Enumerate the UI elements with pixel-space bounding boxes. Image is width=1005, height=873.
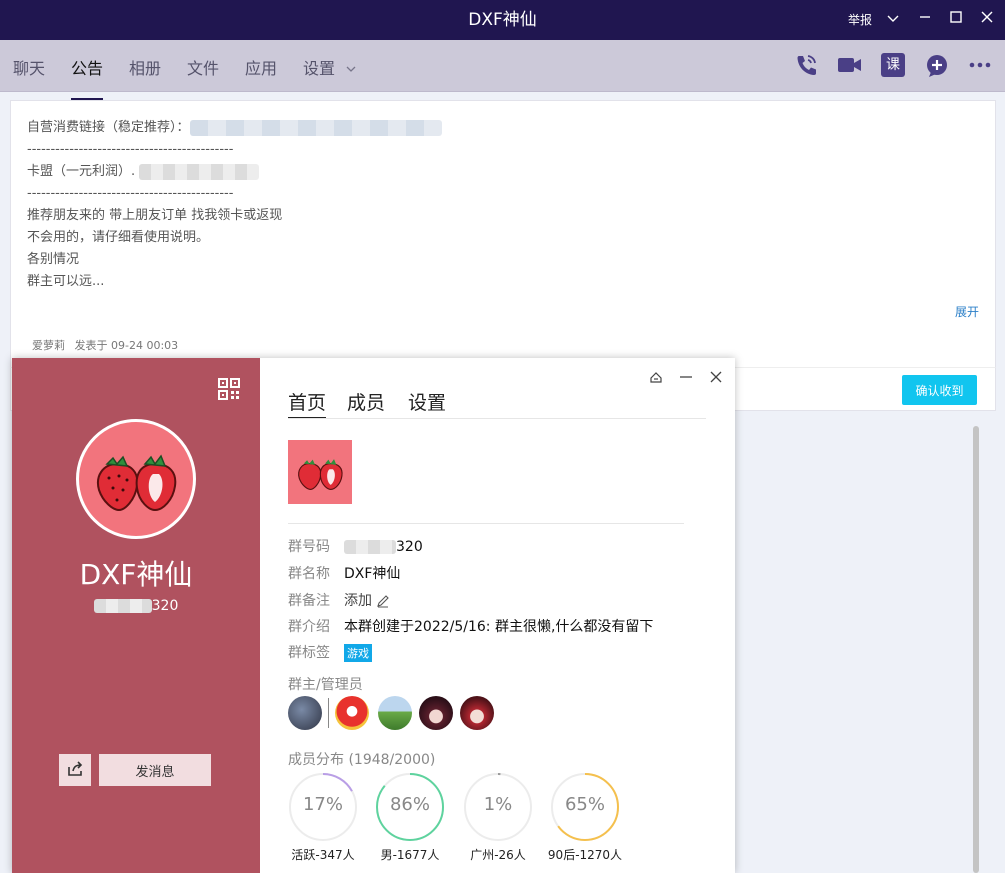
redacted-link: [139, 163, 260, 180]
scrollbar[interactable]: [973, 426, 979, 873]
tab-card-settings[interactable]: 设置: [408, 388, 446, 415]
close-icon[interactable]: [972, 0, 1002, 40]
announcement-line-4: 不会用的，请仔细看使用说明。: [27, 230, 210, 245]
announcement-line-3: 推荐朋友来的 带上朋友订单 找我领卡或返现: [27, 208, 283, 223]
stat-label: 男-1677人: [380, 848, 440, 862]
tab-files[interactable]: 文件: [187, 40, 219, 98]
field-group-intro: 群介绍 本群创建于2022/5/16: 群主很懒,什么都没有留下: [288, 616, 653, 636]
field-value: 本群创建于2022/5/16: 群主很懒,什么都没有留下: [344, 619, 654, 635]
admin-avatar[interactable]: [419, 696, 453, 730]
phone-call-icon[interactable]: [793, 52, 819, 78]
admins-heading: 群主/管理员: [288, 677, 363, 693]
distribution-stat: 65% 90后-1270人: [548, 772, 622, 862]
section-divider: [288, 523, 684, 524]
tab-divider: [288, 418, 706, 419]
tab-album[interactable]: 相册: [129, 40, 161, 98]
report-button[interactable]: 举报: [844, 0, 876, 40]
edit-icon[interactable]: [376, 594, 390, 608]
distribution-stat: 1% 广州-26人: [463, 772, 533, 862]
tab-chat[interactable]: 聊天: [13, 40, 45, 98]
admin-avatar[interactable]: [335, 696, 369, 730]
announcement-divider: ----------------------------------------…: [27, 186, 234, 201]
more-icon[interactable]: [967, 52, 993, 78]
confirm-button[interactable]: 确认收到: [902, 375, 977, 405]
stat-percent: 1%: [483, 794, 513, 815]
announcement-line-2: 卡盟（一元利润）.: [27, 164, 136, 179]
field-group-name: 群名称 DXF神仙: [288, 563, 400, 583]
distribution-heading: 成员分布 (1948/2000): [288, 752, 436, 768]
stat-label: 活跃-347人: [291, 848, 355, 862]
field-label: 群介绍: [288, 619, 330, 635]
group-number-suffix: 320: [151, 598, 179, 614]
group-name: DXF神仙: [79, 558, 193, 591]
admin-avatar[interactable]: [288, 696, 322, 730]
field-label: 群标签: [288, 645, 330, 661]
tab-members[interactable]: 成员: [347, 388, 385, 415]
qr-code-icon[interactable]: [218, 378, 240, 400]
expand-link[interactable]: 展开: [955, 303, 979, 320]
tab-settings[interactable]: 设置: [303, 40, 356, 98]
field-group-remark: 群备注 添加: [288, 590, 390, 610]
announcement-text: 自营消费链接（稳定推荐）： --------------------------…: [27, 117, 442, 293]
field-group-tag: 群标签 游戏: [288, 642, 372, 662]
admin-avatar[interactable]: [378, 696, 412, 730]
add-app-icon[interactable]: [925, 52, 951, 78]
close-icon[interactable]: [709, 370, 723, 384]
chevron-down-icon: [346, 66, 356, 72]
distribution-stat: 17% 活跃-347人: [288, 772, 358, 862]
tab-announcement[interactable]: 公告: [71, 40, 104, 100]
profile-main: 首页 成员 设置 群号码 320 群名称 DXF神仙 群备注 添加 群介绍 本群创建于2…: [260, 358, 979, 873]
group-tag-badge[interactable]: 游戏: [344, 644, 372, 662]
stat-percent: 65%: [564, 794, 605, 815]
minimize-icon[interactable]: [910, 0, 940, 40]
field-value: 320: [396, 539, 423, 555]
minimize-icon[interactable]: [679, 370, 693, 384]
stat-percent: 86%: [389, 794, 430, 815]
maximize-icon[interactable]: [941, 0, 971, 40]
course-icon[interactable]: 课: [881, 53, 905, 77]
redacted-number: [93, 599, 152, 613]
group-photo[interactable]: [288, 440, 352, 504]
tab-settings-label: 设置: [303, 59, 336, 78]
stat-label: 广州-26人: [470, 848, 526, 862]
field-group-number: 群号码 320: [288, 536, 423, 556]
video-call-icon[interactable]: [836, 52, 862, 78]
redacted-link: [189, 119, 442, 136]
field-label: 群名称: [288, 566, 330, 582]
stat-percent: 17%: [302, 794, 343, 815]
posted-time: 发表于 09-24 00:03: [74, 339, 179, 352]
send-message-button[interactable]: 发消息: [99, 754, 211, 786]
announcement-line-6: 群主可以远...: [27, 274, 105, 289]
field-label: 群备注: [288, 593, 330, 609]
strawberry-icon: [97, 454, 177, 512]
group-number: 320: [12, 598, 260, 614]
field-value: DXF神仙: [344, 566, 401, 582]
announcement-line-5: 各别情况: [27, 252, 80, 267]
chevron-down-icon[interactable]: [878, 0, 908, 40]
add-remark-link[interactable]: 添加: [344, 593, 372, 609]
home-icon[interactable]: [649, 370, 663, 384]
group-profile-card: DXF神仙 320 发消息 首页 成员 设置 群号码 320 群名称 DXF神仙…: [12, 358, 979, 873]
tab-bar: 聊天 公告 相册 文件 应用 设置 课: [0, 40, 1005, 100]
redacted-number: [344, 540, 396, 554]
announcement-divider: ----------------------------------------…: [27, 142, 234, 157]
share-icon: [68, 760, 83, 776]
tab-apps[interactable]: 应用: [245, 40, 277, 98]
strawberry-icon: [298, 459, 343, 490]
announcement-meta: 爱萝莉 发表于 09-24 00:03: [32, 337, 178, 353]
announcement-panel: 自营消费链接（稳定推荐）： --------------------------…: [10, 100, 996, 368]
admin-avatar[interactable]: [460, 696, 494, 730]
author-name: 爱萝莉: [32, 339, 65, 352]
tab-home[interactable]: 首页: [288, 388, 327, 419]
announcement-line-1: 自营消费链接（稳定推荐）：: [27, 120, 190, 135]
stat-label: 90后-1270人: [547, 848, 623, 862]
admin-divider: [328, 698, 329, 728]
share-button[interactable]: [59, 754, 91, 786]
group-avatar[interactable]: [76, 419, 196, 539]
distribution-stat: 86% 男-1677人: [375, 772, 445, 862]
profile-sidebar: DXF神仙 320 发消息: [12, 358, 260, 873]
field-label: 群号码: [288, 539, 330, 555]
title-bar: DXF神仙 举报: [0, 0, 1005, 40]
